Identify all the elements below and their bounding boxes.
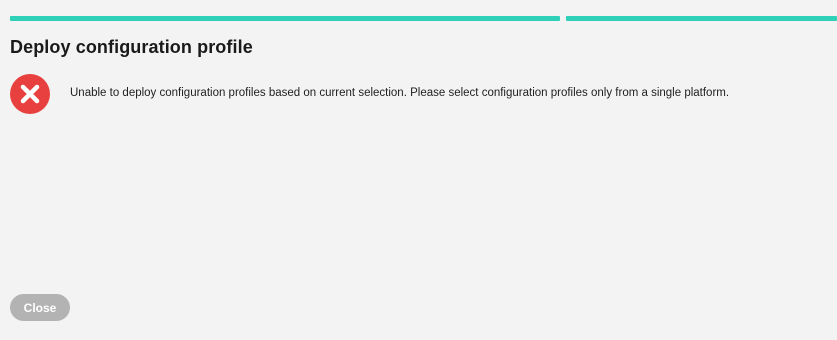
progress-segment-2	[566, 16, 837, 21]
dialog-title: Deploy configuration profile	[10, 37, 253, 57]
progress-segment-1	[10, 16, 560, 21]
progress-bar	[0, 16, 837, 21]
error-message: Unable to deploy configuration profiles …	[70, 87, 730, 99]
error-icon	[10, 74, 50, 114]
close-button[interactable]: Close	[10, 294, 70, 321]
